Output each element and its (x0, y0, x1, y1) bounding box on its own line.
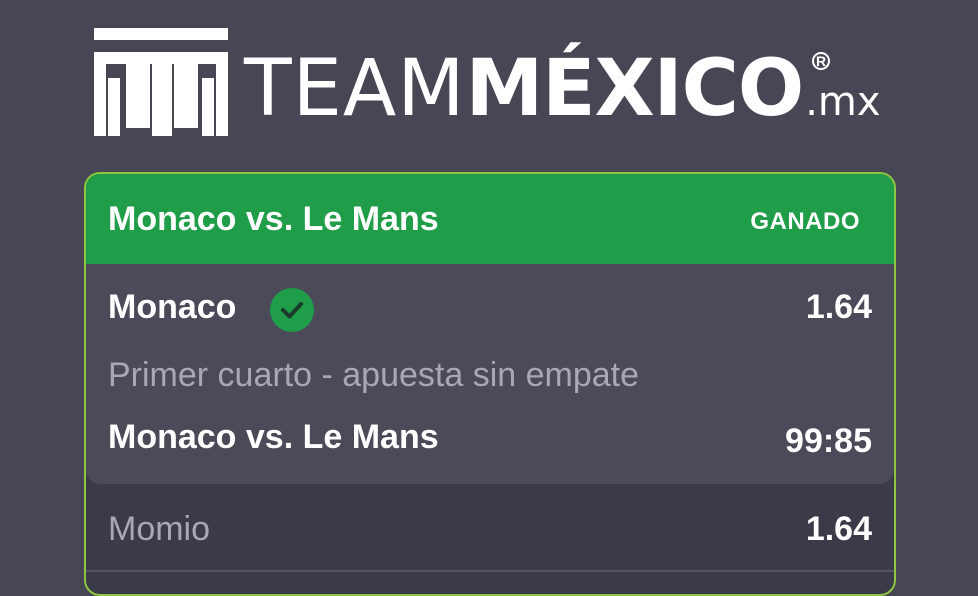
momio-label: Momio (108, 510, 211, 548)
bet-card-header: Monaco vs. Le Mans GANADO (86, 174, 894, 264)
bet-title: Monaco vs. Le Mans (108, 200, 439, 238)
brand-name-light: TEAM (244, 44, 466, 134)
aztec-fret-icon (94, 28, 228, 136)
selection-market: Primer cuarto - apuesta sin empate (108, 356, 640, 394)
brand-logo: TEAMMÉXICO.mx R (94, 28, 894, 140)
registered-mark: R (812, 52, 830, 70)
bet-card[interactable]: Monaco vs. Le Mans GANADO Monaco 1.64 Pr… (84, 172, 896, 596)
check-circle-icon (270, 288, 314, 332)
brand-name-bold: MÉXICO (465, 44, 805, 134)
selection-event: Monaco vs. Le Mans (108, 418, 439, 456)
selection-name: Monaco (108, 288, 237, 326)
status-badge: GANADO (750, 208, 860, 235)
momio-value: 1.64 (805, 510, 872, 548)
brand-tld: .mx (805, 79, 881, 125)
brand-wordmark: TEAMMÉXICO.mx (244, 50, 881, 128)
selection-odds: 1.64 (805, 288, 872, 326)
card-divider (86, 570, 894, 572)
selection-score: 99:85 (785, 422, 872, 460)
bet-selection: Monaco 1.64 Primer cuarto - apuesta sin … (86, 264, 894, 484)
